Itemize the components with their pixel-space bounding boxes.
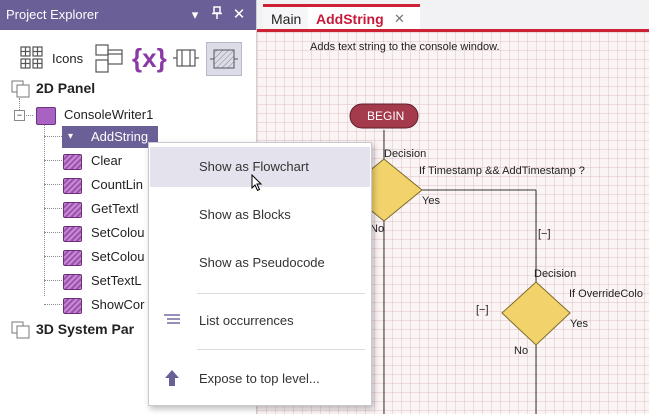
begin-label: BEGIN bbox=[367, 109, 405, 123]
menu-item-list-occurrences[interactable]: List occurrences bbox=[150, 301, 370, 341]
collapse-button[interactable]: [−] bbox=[538, 228, 551, 240]
mouse-cursor-icon bbox=[251, 174, 263, 192]
method-icon bbox=[63, 226, 82, 242]
method-icon bbox=[63, 298, 82, 314]
tab-close-icon[interactable]: ✕ bbox=[394, 7, 405, 31]
tab-main-label: Main bbox=[271, 11, 302, 27]
explorer-title: Project Explorer bbox=[6, 7, 99, 22]
component-icon[interactable] bbox=[170, 42, 202, 74]
method-icon bbox=[63, 154, 82, 170]
tree-item-method[interactable]: GetTextl bbox=[62, 198, 162, 220]
decision1-label: Decision bbox=[384, 148, 427, 160]
menu-item-show-blocks[interactable]: Show as Blocks bbox=[150, 195, 370, 235]
tab-addstring-label: AddString bbox=[316, 11, 384, 27]
dropdown-arrow-icon[interactable]: ▾ bbox=[68, 126, 73, 148]
close-icon[interactable]: ✕ bbox=[230, 6, 248, 24]
tree-item-method[interactable]: SetTextL bbox=[62, 270, 162, 292]
collapse-toggle-icon[interactable]: − bbox=[14, 110, 25, 121]
hatched-component-icon[interactable] bbox=[206, 42, 242, 76]
tab-addstring[interactable]: AddString ✕ bbox=[308, 4, 420, 29]
variables-icon[interactable]: {x} bbox=[132, 42, 167, 74]
decision2-yes: Yes bbox=[570, 318, 588, 330]
context-menu: Show as Flowchart Show as Blocks Show as… bbox=[148, 142, 372, 406]
list-icon bbox=[163, 313, 181, 330]
method-icon bbox=[63, 250, 82, 266]
component-folder-icon bbox=[36, 107, 56, 125]
tree-item-2d-panel[interactable]: 2D Panel bbox=[8, 77, 248, 99]
decision1-condition: If Timestamp && AddTimestamp ? bbox=[419, 165, 585, 177]
method-icon bbox=[63, 178, 82, 194]
tree-item-method[interactable]: SetColou bbox=[62, 246, 162, 268]
panel-icon bbox=[11, 321, 30, 339]
explorer-toolbar: Icons {x} bbox=[0, 30, 256, 78]
windows-icon[interactable] bbox=[94, 42, 124, 74]
decision1-yes: Yes bbox=[422, 195, 440, 207]
icons-view-label[interactable]: Icons bbox=[52, 51, 83, 66]
menu-item-show-flowchart[interactable]: Show as Flowchart bbox=[150, 147, 370, 192]
tree-item-method[interactable]: Clear bbox=[62, 150, 162, 172]
decision2-condition: If OverrideColo bbox=[569, 288, 643, 300]
menu-separator bbox=[197, 293, 365, 294]
decision1-no: No bbox=[370, 223, 385, 235]
tree-item-method[interactable]: ShowCor bbox=[62, 294, 162, 316]
pin-icon[interactable] bbox=[208, 6, 226, 24]
decision2-no: No bbox=[514, 345, 529, 357]
panel-icon bbox=[11, 80, 30, 98]
dropdown-icon[interactable]: ▾ bbox=[186, 6, 204, 24]
arrow-up-icon bbox=[164, 369, 180, 390]
tree-item-method[interactable]: SetColou bbox=[62, 222, 162, 244]
explorer-header: Project Explorer ▾ ✕ bbox=[0, 0, 256, 30]
tree-item-addstring[interactable]: ▾ AddString bbox=[62, 126, 158, 148]
tree-item-method[interactable]: CountLin bbox=[62, 174, 162, 196]
grid-icon[interactable] bbox=[20, 42, 44, 74]
decision-node-2[interactable] bbox=[501, 281, 571, 346]
tab-bar: Main AddString ✕ bbox=[257, 0, 649, 30]
menu-item-show-pseudocode[interactable]: Show as Pseudocode bbox=[150, 243, 370, 283]
decision2-label: Decision bbox=[534, 268, 577, 280]
collapse-button[interactable]: [−] bbox=[476, 304, 489, 316]
method-icon bbox=[63, 202, 82, 218]
menu-separator bbox=[197, 349, 365, 350]
tab-main[interactable]: Main bbox=[263, 4, 310, 29]
method-icon bbox=[63, 274, 82, 290]
menu-item-expose-top-level[interactable]: Expose to top level... bbox=[150, 359, 370, 399]
tree-item-consolewriter[interactable]: − ConsoleWriter1 bbox=[14, 104, 254, 126]
